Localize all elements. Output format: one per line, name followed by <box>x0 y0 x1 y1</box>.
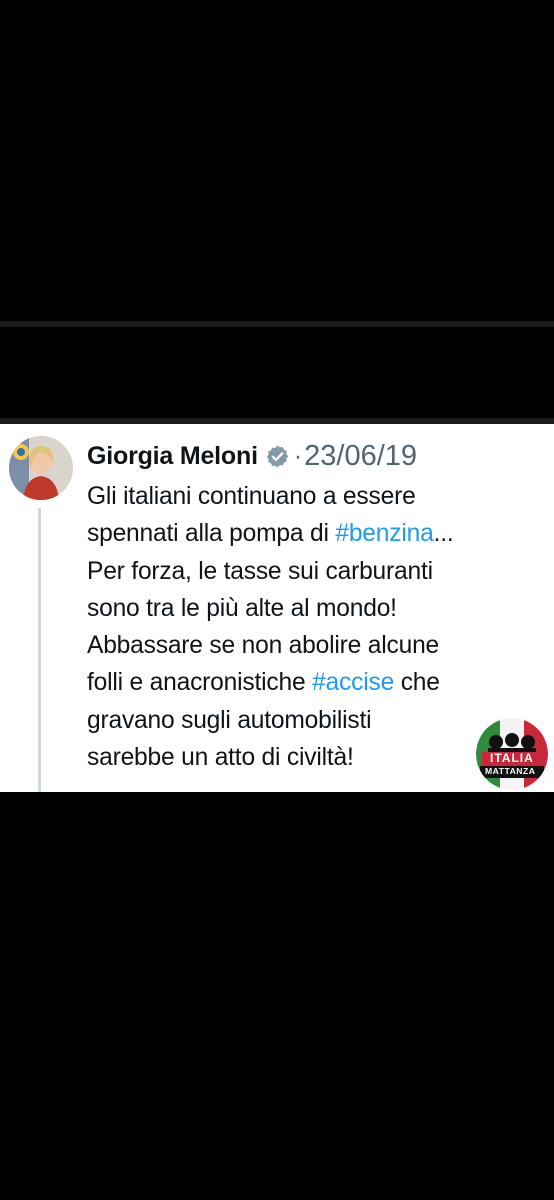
hashtag-link[interactable]: #benzina <box>335 520 433 547</box>
tweet-text-segment: Per forza, le tasse sui carburanti <box>87 557 433 585</box>
tweet-text-line: sono tra le più alte al mondo! <box>87 590 547 627</box>
tweet-text-segment: gravano sugli automobilisti <box>87 706 372 734</box>
tweet-header: Giorgia Meloni · 23/06/19 <box>87 434 417 478</box>
top-divider <box>0 321 554 327</box>
watermark-logo: ITALIA MATTANZA <box>476 718 548 790</box>
tweet-text-segment: Abbassare se non abolire alcune <box>87 632 440 660</box>
tweet-text-line: Abbassare se non abolire alcune <box>87 627 547 664</box>
tweet-text-line: spennati alla pompa di #benzina... <box>87 515 547 552</box>
tweet-text-segment: Gli italiani continuano a essere <box>87 483 416 510</box>
hashtag-link[interactable]: #accise <box>312 669 394 696</box>
tweet-text-segment: ... <box>433 520 454 548</box>
watermark-line1: ITALIA <box>490 751 534 765</box>
tweet-text-line: Per forza, le tasse sui carburanti <box>87 553 547 590</box>
tweet-text-line: Gli italiani continuano a essere <box>87 478 547 515</box>
tweet-card[interactable]: Giorgia Meloni · 23/06/19 Gli italiani c… <box>0 424 554 792</box>
tweet-text: Gli italiani continuano a essere spennati… <box>87 478 547 776</box>
tweet-text-line: gravano sugli automobilisti <box>87 702 547 739</box>
tweet-text-segment: sarebbe un atto di civiltà! <box>87 744 354 772</box>
verified-badge-icon <box>265 444 290 469</box>
thread-line <box>38 508 41 792</box>
tweet-text-segment: sono tra le più alte al mondo! <box>87 594 397 622</box>
header-separator: · <box>293 441 303 470</box>
tweet-text-segment: spennati alla pompa di <box>87 520 336 548</box>
watermark-line2: MATTANZA <box>485 766 536 776</box>
avatar-image <box>9 436 73 500</box>
tweet-date[interactable]: 23/06/19 <box>304 440 417 473</box>
tweet-text-segment: che <box>394 669 440 697</box>
tweet-text-line: folli e anacronistiche #accise che <box>87 664 547 701</box>
author-name[interactable]: Giorgia Meloni <box>87 442 258 471</box>
tweet-text-segment: folli e anacronistiche <box>87 669 313 697</box>
author-avatar[interactable] <box>9 436 73 500</box>
